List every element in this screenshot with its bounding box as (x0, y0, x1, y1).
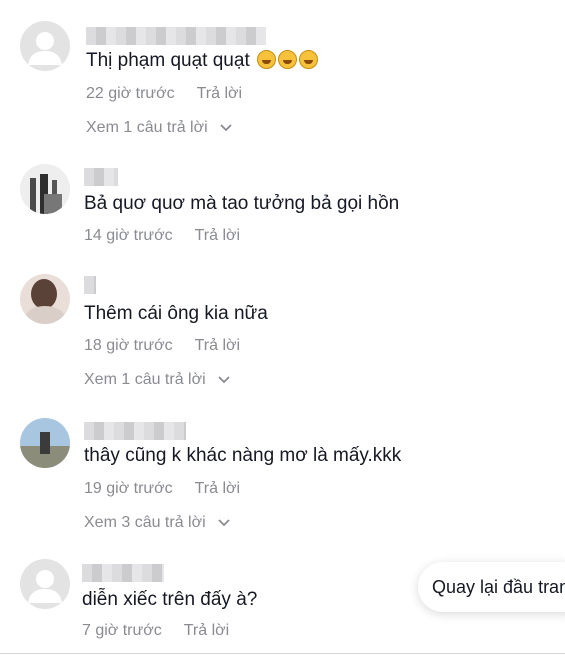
comment-timestamp: 22 giờ trước (86, 85, 175, 102)
photo-avatar-icon (20, 274, 70, 324)
divider (0, 653, 565, 654)
user-avatar[interactable] (20, 559, 70, 609)
user-avatar[interactable] (20, 21, 70, 71)
rofl-emoji-icon (257, 50, 276, 69)
username-blurred[interactable] (84, 168, 118, 186)
comment-text-content: Thị phạm quạt quạt (86, 50, 250, 71)
comment-text: thây cũng k khác nàng mơ là mấy.kkk (84, 445, 402, 466)
default-avatar-icon (28, 32, 62, 65)
chevron-down-icon (218, 519, 230, 527)
comment-text: diễn xiếc trên đấy à? (82, 589, 258, 610)
back-to-top-button[interactable]: Quay lại đầu trang (418, 562, 565, 612)
comment-meta: 14 giờ trước Trả lời (84, 226, 240, 246)
comment-meta: 18 giờ trước Trả lời (84, 336, 240, 356)
photo-avatar-icon (20, 164, 70, 214)
reply-button[interactable]: Trả lời (195, 480, 240, 497)
view-replies-label: Xem 3 câu trả lời (84, 514, 206, 531)
default-avatar-icon (28, 570, 62, 603)
comment-timestamp: 14 giờ trước (84, 227, 173, 244)
view-replies-button[interactable]: Xem 1 câu trả lời (86, 118, 232, 138)
username-blurred[interactable] (84, 422, 186, 440)
chevron-down-icon (220, 124, 232, 132)
reply-button[interactable]: Trả lời (184, 622, 229, 639)
comment-meta: 7 giờ trước Trả lời (82, 621, 229, 641)
comment-meta: 19 giờ trước Trả lời (84, 479, 240, 499)
user-avatar[interactable] (20, 418, 70, 468)
chevron-down-icon (218, 376, 230, 384)
user-avatar[interactable] (20, 164, 70, 214)
username-blurred[interactable] (86, 27, 266, 45)
rofl-emoji-icon (278, 50, 297, 69)
user-avatar[interactable] (20, 274, 70, 324)
comment-meta: 22 giờ trước Trả lời (86, 84, 242, 104)
photo-avatar-icon (20, 418, 70, 468)
reply-button[interactable]: Trả lời (195, 227, 240, 244)
comment-text: Thị phạm quạt quạt (86, 49, 318, 73)
comment-timestamp: 18 giờ trước (84, 337, 173, 354)
rofl-emoji-icon (299, 50, 318, 69)
reply-button[interactable]: Trả lời (197, 85, 242, 102)
reply-button[interactable]: Trả lời (195, 337, 240, 354)
view-replies-button[interactable]: Xem 1 câu trả lời (84, 370, 230, 390)
view-replies-label: Xem 1 câu trả lời (86, 119, 208, 136)
username-blurred[interactable] (84, 276, 96, 294)
comment-timestamp: 19 giờ trước (84, 480, 173, 497)
view-replies-label: Xem 1 câu trả lời (84, 371, 206, 388)
username-blurred[interactable] (82, 564, 164, 582)
comment-text: Thêm cái ông kia nữa (84, 303, 268, 324)
view-replies-button[interactable]: Xem 3 câu trả lời (84, 513, 230, 533)
comment-timestamp: 7 giờ trước (82, 622, 162, 639)
comment-text: Bả quơ quơ mà tao tưởng bả gọi hồn (84, 193, 400, 214)
